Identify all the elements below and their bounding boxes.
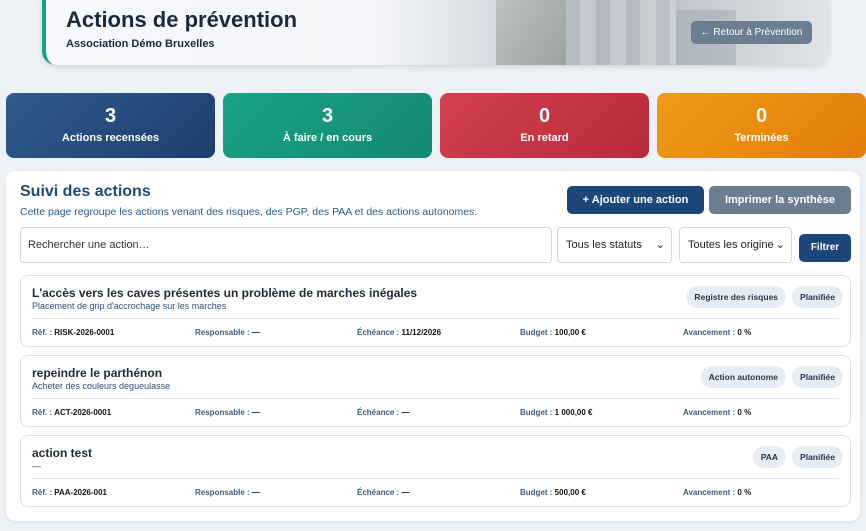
print-summary-button[interactable]: Imprimer la synthèse bbox=[709, 186, 851, 214]
status-badge: Planifiée bbox=[792, 446, 843, 468]
action-title: repeindre le parthénon bbox=[32, 366, 163, 380]
action-deadline: Échéance : — bbox=[357, 488, 410, 497]
page-header-banner: Actions de prévention Association Démo B… bbox=[42, 0, 829, 65]
action-ref: Réf. : RISK-2026-0001 bbox=[32, 328, 115, 337]
action-progress: Avancement : 0 % bbox=[683, 328, 752, 337]
page-title: Actions de prévention bbox=[66, 7, 298, 32]
action-card[interactable]: repeindre le parthénon Acheter des coule… bbox=[20, 355, 851, 427]
stat-value: 3 bbox=[104, 105, 117, 127]
stat-label: À faire / en cours bbox=[282, 132, 373, 144]
section-description: Cette page regroupe les actions venant d… bbox=[20, 206, 478, 218]
status-filter-value: Tous les statuts bbox=[566, 239, 642, 251]
action-subtitle: — bbox=[32, 461, 41, 471]
organization-name: Association Démo Bruxelles bbox=[66, 38, 215, 50]
stat-card-done: 0 Terminées bbox=[657, 93, 866, 158]
filter-button[interactable]: Filtrer bbox=[799, 234, 851, 262]
action-progress: Avancement : 0 % bbox=[683, 408, 752, 417]
actions-panel: Suivi des actions Cette page regroupe le… bbox=[6, 171, 860, 521]
card-divider bbox=[32, 398, 839, 399]
stat-label: En retard bbox=[520, 132, 569, 144]
action-card[interactable]: action test — PAA Planifiée Réf. : PAA-2… bbox=[20, 435, 851, 507]
header-background-image bbox=[566, 0, 676, 65]
origin-badge: PAA bbox=[752, 446, 787, 468]
action-budget: Budget : 500,00 € bbox=[520, 488, 586, 497]
chevron-down-icon: ⌄ bbox=[773, 228, 785, 262]
origin-filter-select[interactable]: Toutes les origines ⌄ bbox=[679, 227, 792, 263]
action-responsable: Responsable : — bbox=[195, 328, 260, 337]
add-action-button[interactable]: + Ajouter une action bbox=[567, 186, 704, 214]
action-responsable: Responsable : — bbox=[195, 488, 260, 497]
stat-card-in-progress: 3 À faire / en cours bbox=[223, 93, 432, 158]
stat-label: Actions recensées bbox=[61, 132, 160, 144]
stat-card-late: 0 En retard bbox=[440, 93, 649, 158]
card-divider bbox=[32, 318, 839, 319]
action-title: L'accès vers les caves présentes un prob… bbox=[32, 286, 418, 300]
stat-value: 3 bbox=[321, 105, 334, 127]
stat-value: 0 bbox=[538, 105, 551, 127]
stat-card-total: 3 Actions recensées bbox=[6, 93, 215, 158]
action-deadline: Échéance : 11/12/2026 bbox=[357, 328, 442, 337]
action-subtitle: Placement de grip d'accrochage sur les m… bbox=[32, 301, 227, 311]
search-input[interactable] bbox=[20, 227, 552, 263]
action-card[interactable]: L'accès vers les caves présentes un prob… bbox=[20, 275, 851, 347]
action-deadline: Échéance : — bbox=[357, 408, 410, 417]
action-ref: Réf. : ACT-2026-0001 bbox=[32, 408, 112, 417]
action-budget: Budget : 100,00 € bbox=[520, 328, 586, 337]
action-ref: Réf. : PAA-2026-001 bbox=[32, 488, 108, 497]
back-to-prevention-button[interactable]: ← Retour à Prévention bbox=[691, 21, 812, 44]
origin-badge: Registre des risques bbox=[686, 286, 787, 308]
action-progress: Avancement : 0 % bbox=[683, 488, 752, 497]
status-badge: Planifiée bbox=[792, 366, 843, 388]
action-title: action test bbox=[32, 446, 93, 460]
card-divider bbox=[32, 478, 839, 479]
action-responsable: Responsable : — bbox=[195, 408, 260, 417]
header-background-image bbox=[496, 0, 566, 65]
section-title: Suivi des actions bbox=[20, 183, 151, 200]
stat-label: Terminées bbox=[734, 132, 789, 144]
action-budget: Budget : 1 000,00 € bbox=[520, 408, 593, 417]
status-filter-select[interactable]: Tous les statuts ⌄ bbox=[557, 227, 672, 263]
chevron-down-icon: ⌄ bbox=[655, 239, 665, 251]
origin-filter-value: Toutes les origines bbox=[688, 239, 780, 251]
action-subtitle: Acheter des couleurs dégueulasse bbox=[32, 381, 171, 391]
origin-badge: Action autonome bbox=[700, 366, 787, 388]
stat-value: 0 bbox=[755, 105, 768, 127]
status-badge: Planifiée bbox=[792, 286, 843, 308]
